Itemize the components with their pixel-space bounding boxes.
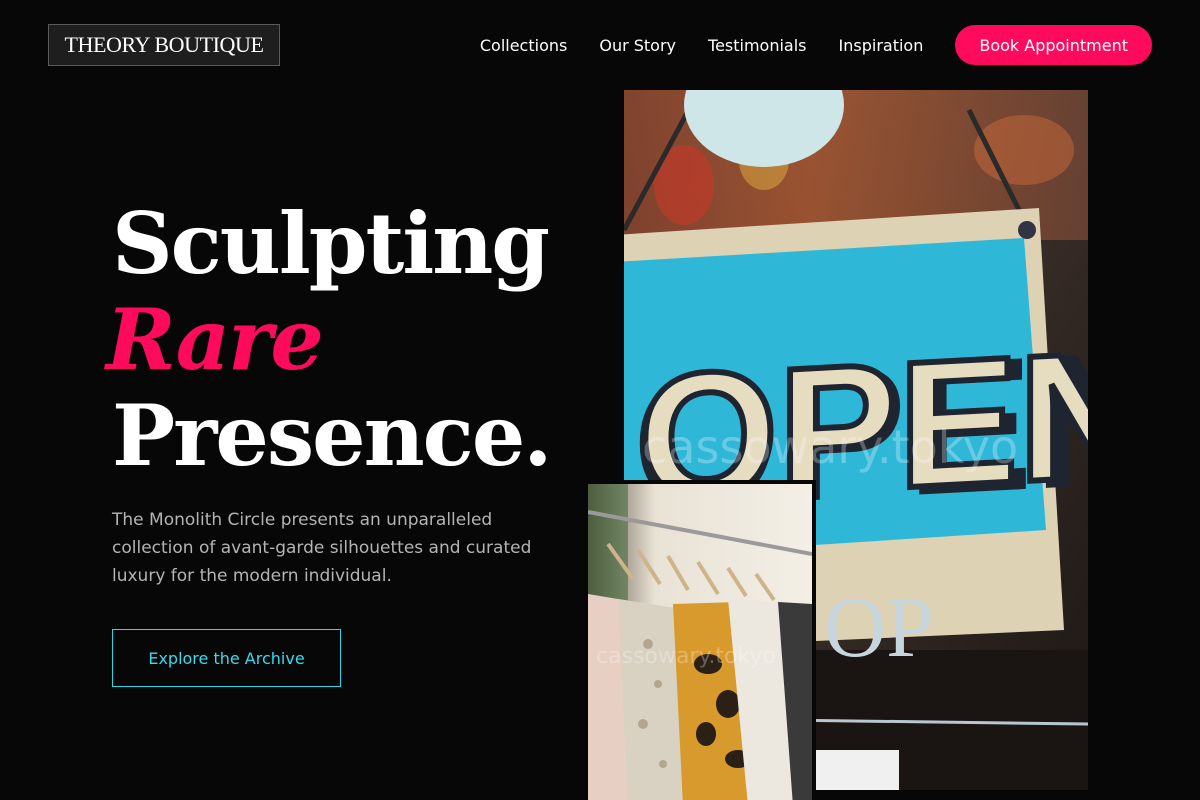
book-appointment-button[interactable]: Book Appointment bbox=[955, 25, 1152, 65]
headline-accent-word: Rare bbox=[106, 290, 324, 389]
nav-link-testimonials[interactable]: Testimonials bbox=[708, 36, 807, 55]
clothing-rack-photo: cassowary.tokyo bbox=[584, 480, 816, 800]
sign-lower-text: OP bbox=[824, 579, 934, 675]
main-nav: Collections Our Story Testimonials Inspi… bbox=[480, 25, 1152, 65]
nav-link-our-story[interactable]: Our Story bbox=[599, 36, 676, 55]
headline-line-1: Sculpting bbox=[112, 194, 550, 293]
hero-description: The Monolith Circle presents an unparall… bbox=[112, 510, 532, 586]
nav-link-inspiration[interactable]: Inspiration bbox=[839, 36, 924, 55]
explore-archive-button[interactable]: Explore the Archive bbox=[112, 629, 341, 687]
hero-headline: Sculpting Rare Presence. bbox=[106, 194, 582, 485]
headline-line-3: Presence. bbox=[112, 386, 553, 485]
nav-link-collections[interactable]: Collections bbox=[480, 36, 567, 55]
brand-logo[interactable]: THEORY BOUTIQUE bbox=[48, 24, 280, 66]
